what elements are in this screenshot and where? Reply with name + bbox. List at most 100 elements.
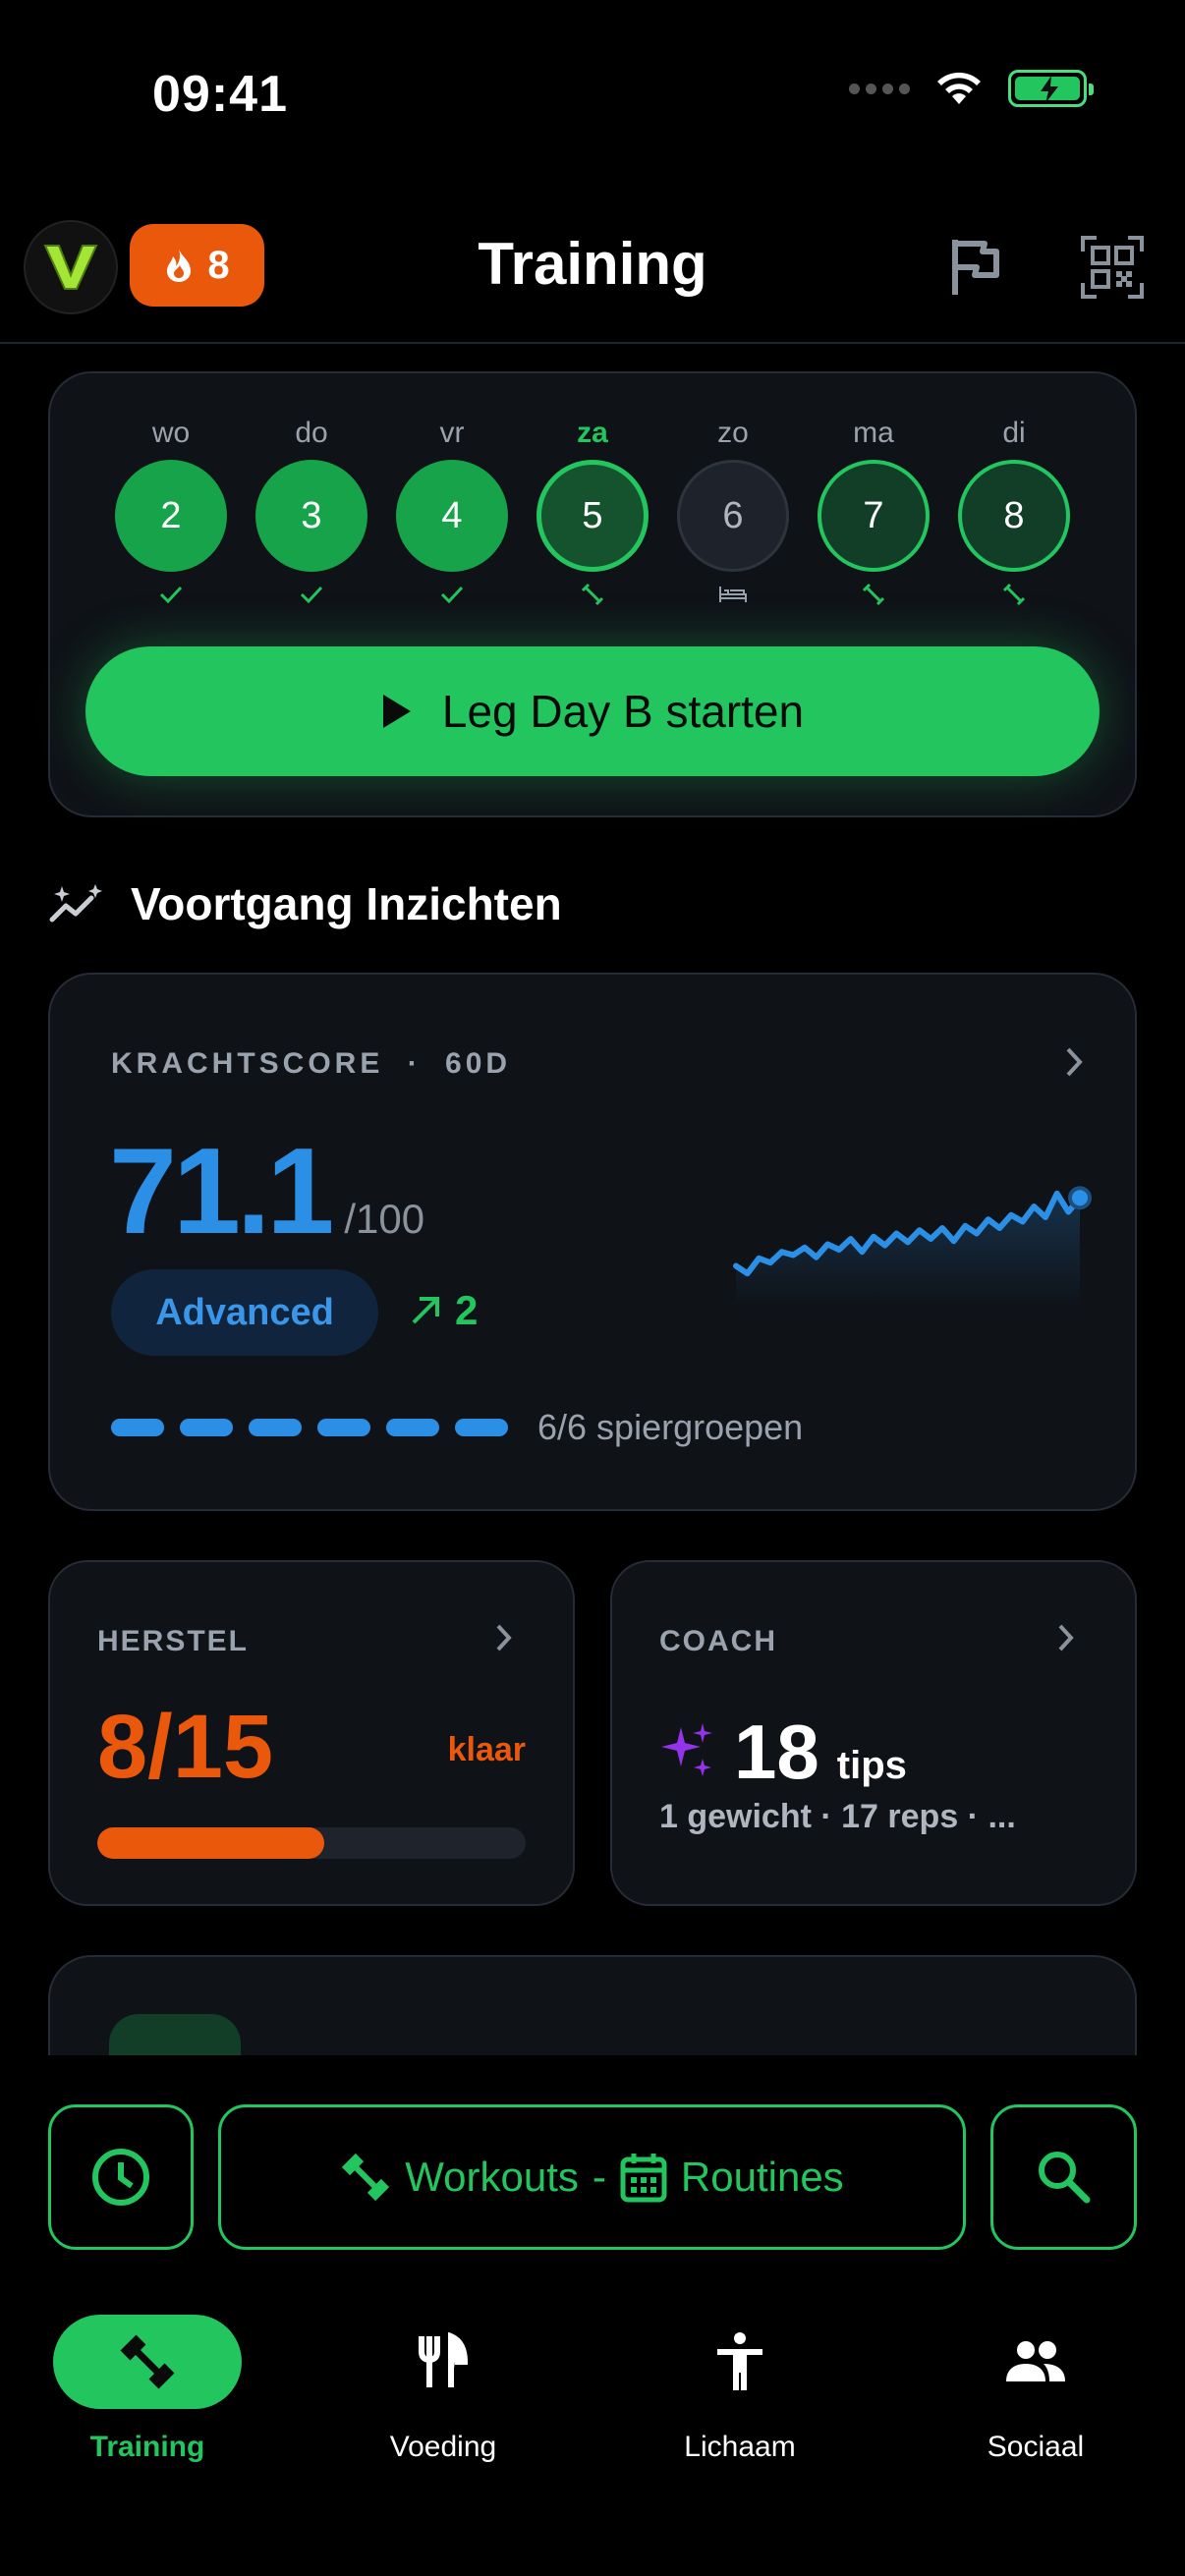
coach-tip-count: 18	[734, 1708, 819, 1795]
day-zo[interactable]: zo 6	[677, 417, 789, 611]
sparkles-icon	[661, 1723, 712, 1776]
nav-lichaam[interactable]: Lichaam	[622, 2315, 858, 2464]
day-number: 8	[958, 460, 1070, 572]
check-icon	[440, 586, 464, 603]
day-label: za	[577, 417, 608, 449]
recovery-card[interactable]: HERSTEL 8/15 klaar	[48, 1560, 575, 1906]
arrow-up-right-icon	[412, 1297, 439, 1324]
sparkle-trend-icon	[49, 884, 102, 923]
nav-label: Lichaam	[684, 2431, 796, 2463]
qr-scan-button[interactable]	[1073, 228, 1152, 307]
segment	[317, 1419, 370, 1436]
nav-label: Training	[89, 2431, 205, 2463]
start-workout-button[interactable]: Leg Day B starten	[85, 646, 1100, 776]
strength-score-card[interactable]: KRACHTSCORE · 60D 71.1 /100 Advanced 2 6…	[48, 973, 1137, 1511]
recovery-progress-fill	[97, 1827, 325, 1859]
day-label: zo	[717, 417, 749, 449]
check-icon	[159, 586, 183, 603]
coach-label: COACH	[659, 1625, 777, 1657]
day-label: ma	[853, 417, 894, 449]
coach-tip-unit: tips	[836, 1744, 907, 1787]
coach-tips: 18 tips	[659, 1708, 907, 1797]
day-number: 2	[115, 460, 227, 572]
coach-card[interactable]: COACH 18 tips 1 gewicht · 17 reps · ...	[610, 1560, 1137, 1906]
nav-pill	[646, 2315, 834, 2409]
day-number: 5	[536, 460, 649, 572]
search-button[interactable]	[990, 2104, 1137, 2250]
chevron-right-icon	[496, 1624, 512, 1652]
nav-pill	[941, 2315, 1130, 2409]
nav-pill	[53, 2315, 242, 2409]
segment	[249, 1419, 302, 1436]
nav-label: Voeding	[389, 2431, 497, 2463]
recovery-status: klaar	[447, 1731, 526, 1768]
calendar-icon	[620, 2154, 667, 2203]
sparkline-current-point	[1068, 1186, 1092, 1210]
week-overview-card: wo 2 do 3 vr 4 za 5 zo 6 ma 7 di 8 Leg D…	[48, 371, 1137, 817]
day-di[interactable]: di 8	[958, 417, 1070, 611]
play-icon	[382, 695, 411, 728]
bed-icon	[719, 587, 747, 602]
dumbbell-icon	[581, 583, 604, 606]
trend-value: 2	[455, 1287, 479, 1333]
nav-sociaal[interactable]: Sociaal	[918, 2315, 1154, 2464]
strength-score-max: /100	[344, 1196, 425, 1242]
status-icons	[849, 69, 1094, 108]
day-number: 4	[396, 460, 508, 572]
day-label: vr	[439, 417, 465, 449]
routines-label: Routines	[680, 2154, 844, 2200]
nav-training[interactable]: Training	[29, 2315, 265, 2464]
day-label: do	[295, 417, 328, 449]
day-do[interactable]: do 3	[255, 417, 367, 611]
recovery-label: HERSTEL	[97, 1625, 250, 1657]
strength-score: 71.1 /100	[109, 1122, 424, 1261]
day-number: 3	[255, 460, 367, 572]
muscle-groups-label: 6/6 spiergroepen	[537, 1407, 804, 1447]
bottom-navigation: Training Voeding Lichaam Sociaal	[0, 2299, 1185, 2576]
status-time: 09:41	[152, 66, 288, 123]
history-button[interactable]	[48, 2104, 194, 2250]
day-vr[interactable]: vr 4	[396, 417, 508, 611]
search-icon	[1038, 2152, 1090, 2204]
start-workout-label: Leg Day B starten	[441, 686, 805, 737]
chevron-right-icon	[1058, 1624, 1074, 1652]
coach-summary: 1 gewicht · 17 reps · ...	[659, 1798, 1016, 1835]
flag-button[interactable]	[935, 228, 1014, 307]
muscle-group-segments	[111, 1419, 508, 1436]
nav-label: Sociaal	[987, 2431, 1085, 2463]
nav-voeding[interactable]: Voeding	[325, 2315, 561, 2464]
status-bar: 09:41	[0, 0, 1185, 187]
check-icon	[300, 586, 323, 603]
group-icon	[1006, 2341, 1065, 2381]
level-badge: Advanced	[111, 1269, 378, 1356]
day-ma[interactable]: ma 7	[818, 417, 930, 611]
dumbbell-icon	[862, 583, 885, 606]
recovery-progress-bar	[97, 1827, 526, 1859]
day-number: 7	[818, 460, 930, 572]
day-number: 6	[677, 460, 789, 572]
dumbbell-icon	[342, 2153, 390, 2202]
day-za[interactable]: za 5	[536, 417, 649, 611]
qr-code-icon	[1081, 236, 1144, 299]
person-icon	[717, 2332, 762, 2390]
clock-icon	[92, 2149, 149, 2206]
day-label: di	[1002, 417, 1026, 449]
dumbbell-icon	[120, 2334, 175, 2389]
nav-pill	[349, 2315, 537, 2409]
strength-score-value: 71.1	[109, 1124, 334, 1260]
workouts-routines-separator: -	[592, 2154, 606, 2200]
insights-section-title: Voortgang Inzichten	[48, 874, 562, 933]
wifi-icon	[937, 72, 981, 104]
workouts-label: Workouts	[405, 2154, 579, 2200]
cellular-signal-icon	[849, 83, 910, 94]
fork-knife-icon	[419, 2332, 469, 2387]
trend-indicator: 2	[408, 1287, 478, 1334]
day-wo[interactable]: wo 2	[115, 417, 227, 611]
battery-icon	[1008, 70, 1094, 107]
workouts-routines-button[interactable]: Workouts - Routines	[218, 2104, 966, 2250]
section-title-text: Voortgang Inzichten	[131, 878, 562, 929]
segment	[386, 1419, 439, 1436]
dumbbell-icon	[1002, 583, 1026, 606]
day-label: wo	[151, 417, 191, 449]
segment	[111, 1419, 164, 1436]
